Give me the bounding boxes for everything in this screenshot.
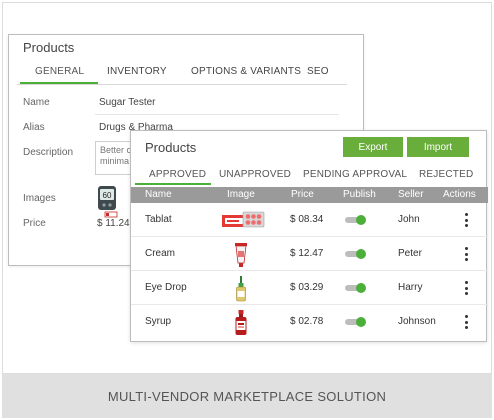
- images-label: Images: [23, 193, 56, 204]
- product-price: $ 08.34: [290, 214, 324, 225]
- name-field[interactable]: Sugar Tester: [99, 97, 156, 108]
- publish-toggle[interactable]: [345, 215, 367, 225]
- name-field-underline: [95, 114, 339, 115]
- column-header-seller[interactable]: Seller: [398, 189, 424, 200]
- row-actions-menu-icon[interactable]: [463, 281, 469, 295]
- syrup-bottle-icon: [235, 310, 247, 335]
- alias-label: Alias: [23, 122, 45, 133]
- column-header-name[interactable]: Name: [145, 189, 172, 200]
- seller-name: Harry: [398, 282, 423, 293]
- tab-general[interactable]: GENERAL: [35, 66, 84, 77]
- table-header: Name Image Price Publish Seller Actions: [131, 187, 488, 203]
- column-header-image[interactable]: Image: [227, 189, 255, 200]
- tablet-strip-icon: [222, 211, 265, 228]
- row-actions-menu-icon[interactable]: [463, 213, 469, 227]
- product-edit-tabs: GENERAL INVENTORY OPTIONS & VARIANTS SEO: [17, 63, 347, 85]
- tab-seo[interactable]: SEO: [307, 66, 329, 77]
- product-price: $ 03.29: [290, 282, 324, 293]
- panel-title: Products: [23, 40, 75, 55]
- product-price: $ 02.78: [290, 316, 324, 327]
- column-header-actions[interactable]: Actions: [443, 189, 476, 200]
- price-field[interactable]: $ 11.24: [97, 218, 130, 229]
- tab-rejected[interactable]: REJECTED: [419, 169, 473, 180]
- column-header-publish[interactable]: Publish: [343, 189, 376, 200]
- caption-banner: MULTI-VENDOR MARKETPLACE SOLUTION: [2, 374, 492, 418]
- import-button[interactable]: Import: [407, 137, 469, 157]
- product-name: Cream: [145, 248, 176, 259]
- publish-toggle[interactable]: [345, 317, 367, 327]
- publish-toggle[interactable]: [345, 283, 367, 293]
- table-row[interactable]: Tablat $ 08.34 John: [131, 203, 488, 237]
- table-row[interactable]: Syrup $ 02.78 Johnson: [131, 305, 488, 339]
- cream-tube-icon: [235, 243, 247, 267]
- tab-pending-approval[interactable]: PENDING APPROVAL: [303, 169, 407, 180]
- export-button[interactable]: Export: [343, 137, 403, 157]
- row-actions-menu-icon[interactable]: [463, 315, 469, 329]
- column-header-price[interactable]: Price: [291, 189, 314, 200]
- publish-toggle[interactable]: [345, 249, 367, 259]
- product-name: Tablat: [145, 214, 172, 225]
- active-tab-indicator: [20, 82, 98, 84]
- product-price: $ 12.47: [290, 248, 324, 259]
- caption-text: MULTI-VENDOR MARKETPLACE SOLUTION: [107, 388, 387, 404]
- tab-approved[interactable]: APPROVED: [149, 169, 206, 180]
- tab-options-variants[interactable]: OPTIONS & VARIANTS: [191, 66, 301, 77]
- table-row[interactable]: Cream $ 12.47 Peter: [131, 237, 488, 271]
- table-row[interactable]: Eye Drop $ 03.29 Harry: [131, 271, 488, 305]
- price-label: Price: [23, 218, 46, 229]
- glucometer-reading: 60: [103, 191, 112, 200]
- description-label: Description: [23, 147, 74, 158]
- row-actions-menu-icon[interactable]: [463, 247, 469, 261]
- active-tab-indicator: [135, 183, 211, 185]
- eye-drop-bottle-icon: [236, 276, 246, 302]
- tab-inventory[interactable]: INVENTORY: [107, 66, 167, 77]
- seller-name: Johnson: [398, 316, 436, 327]
- product-name: Eye Drop: [145, 282, 187, 293]
- seller-name: John: [398, 214, 420, 225]
- tab-unapproved[interactable]: UNAPPROVED: [219, 169, 291, 180]
- panel-title: Products: [145, 140, 197, 155]
- glucometer-icon[interactable]: 60: [97, 185, 119, 219]
- seller-name: Peter: [398, 248, 422, 259]
- name-label: Name: [23, 97, 50, 108]
- product-name: Syrup: [145, 316, 172, 327]
- products-list-panel: Products Export Import APPROVED UNAPPROV…: [130, 130, 488, 342]
